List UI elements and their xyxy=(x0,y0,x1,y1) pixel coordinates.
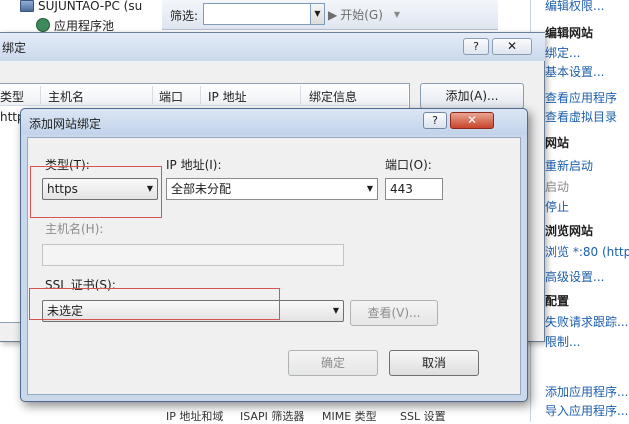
action-view-applications[interactable]: 查看应用程序 xyxy=(545,89,617,106)
tree-item-server[interactable]: SUJUNTAO-PC (su xyxy=(20,0,142,15)
close-button[interactable]: ✕ xyxy=(492,38,532,55)
chevron-down-icon: ▼ xyxy=(314,9,321,18)
action-add-application[interactable]: 添加应用程序... xyxy=(545,383,628,400)
start-filter-button[interactable]: ▶ 开始(G) ▼ xyxy=(328,6,400,23)
column-port[interactable]: 端口 xyxy=(159,88,183,105)
type-highlight-box xyxy=(30,166,162,218)
column-divider[interactable] xyxy=(152,86,153,104)
filter-toolbar: 筛选: ▼ ▶ 开始(G) ▼ xyxy=(162,0,498,30)
action-edit-permissions[interactable]: 编辑权限... xyxy=(545,0,604,14)
column-divider[interactable] xyxy=(40,86,41,104)
app-pool-icon xyxy=(36,18,50,32)
tree-item-app-pools-label: 应用程序池 xyxy=(54,18,115,33)
ip-address-label: IP 地址(I): xyxy=(166,158,222,172)
column-divider[interactable] xyxy=(200,86,201,104)
computer-icon xyxy=(20,0,34,12)
action-failed-request-tracing[interactable]: 失败请求跟踪... xyxy=(545,313,628,330)
filter-label: 筛选: xyxy=(170,9,199,23)
chevron-down-icon: ▼ xyxy=(332,306,339,315)
add-binding-title: 添加网站绑定 xyxy=(29,117,102,131)
close-button[interactable]: ✕ xyxy=(450,112,494,129)
bindings-list-header: 类型 主机名 端口 IP 地址 绑定信息 xyxy=(0,84,408,106)
hostname-label: 主机名(H): xyxy=(45,222,104,236)
hostname-input[interactable] xyxy=(42,244,344,266)
site-bindings-title: 绑定 xyxy=(2,41,27,55)
port-value: 443 xyxy=(390,182,413,196)
site-bindings-titlebar[interactable]: 绑定 ? ✕ xyxy=(0,33,545,61)
action-advanced-settings[interactable]: 高级设置... xyxy=(545,268,604,285)
column-hostname[interactable]: 主机名 xyxy=(48,88,84,105)
column-divider[interactable] xyxy=(300,86,301,104)
action-view-virtual-dirs[interactable]: 查看虚拟目录 xyxy=(545,108,617,125)
help-icon: ? xyxy=(432,114,438,127)
ip-address-select[interactable]: 全部未分配 ▼ xyxy=(166,178,378,200)
action-stop[interactable]: 停止 xyxy=(545,198,569,215)
start-filter-label: 开始(G) xyxy=(340,8,383,22)
ssl-highlight-box xyxy=(29,288,280,320)
add-binding-titlebar[interactable]: 添加网站绑定 ? ✕ xyxy=(21,109,527,135)
cancel-button[interactable]: 取消 xyxy=(389,350,479,376)
column-type[interactable]: 类型 xyxy=(0,88,24,105)
filter-dropdown-button[interactable]: ▼ xyxy=(311,3,325,25)
add-binding-button[interactable]: 添加(A)... xyxy=(420,83,524,109)
close-icon: ✕ xyxy=(506,39,518,53)
column-binding-info[interactable]: 绑定信息 xyxy=(309,88,357,105)
action-section-edit-site: 编辑网站 xyxy=(545,26,594,40)
help-button[interactable]: ? xyxy=(463,38,489,55)
action-limits[interactable]: 限制... xyxy=(545,333,580,350)
view-cert-button[interactable]: 查看(V)... xyxy=(350,300,438,326)
column-ip-address[interactable]: IP 地址 xyxy=(208,88,247,105)
ip-address-value: 全部未分配 xyxy=(171,182,232,196)
action-basic-settings[interactable]: 基本设置... xyxy=(545,63,604,80)
action-restart[interactable]: 重新启动 xyxy=(545,157,593,174)
help-button[interactable]: ? xyxy=(423,112,447,129)
action-browse-80[interactable]: 浏览 *:80 (http) xyxy=(545,243,629,260)
help-icon: ? xyxy=(473,40,479,53)
filter-input[interactable] xyxy=(203,3,311,25)
add-binding-body: 类型(T): https ▼ IP 地址(I): 全部未分配 ▼ 端口(O): … xyxy=(27,137,521,395)
action-section-browse-site: 浏览网站 xyxy=(545,224,594,238)
action-import-application[interactable]: 导入应用程序... xyxy=(545,402,628,419)
chevron-down-icon: ▼ xyxy=(366,184,373,193)
play-icon: ▶ xyxy=(328,7,338,22)
action-start: 启动 xyxy=(545,180,570,194)
action-section-configure: 配置 xyxy=(545,294,570,308)
action-bindings[interactable]: 绑定... xyxy=(545,44,580,61)
ok-button[interactable]: 确定 xyxy=(288,350,378,376)
chevron-down-icon: ▼ xyxy=(393,10,401,19)
tree-item-server-label: SUJUNTAO-PC (su xyxy=(38,0,143,13)
port-input[interactable]: 443 xyxy=(385,178,443,200)
port-label: 端口(O): xyxy=(385,158,432,172)
action-section-site: 网站 xyxy=(545,136,570,150)
close-icon: ✕ xyxy=(466,113,478,127)
add-site-binding-dialog: 添加网站绑定 ? ✕ 类型(T): https ▼ IP 地址(I): 全部未分… xyxy=(20,108,528,402)
